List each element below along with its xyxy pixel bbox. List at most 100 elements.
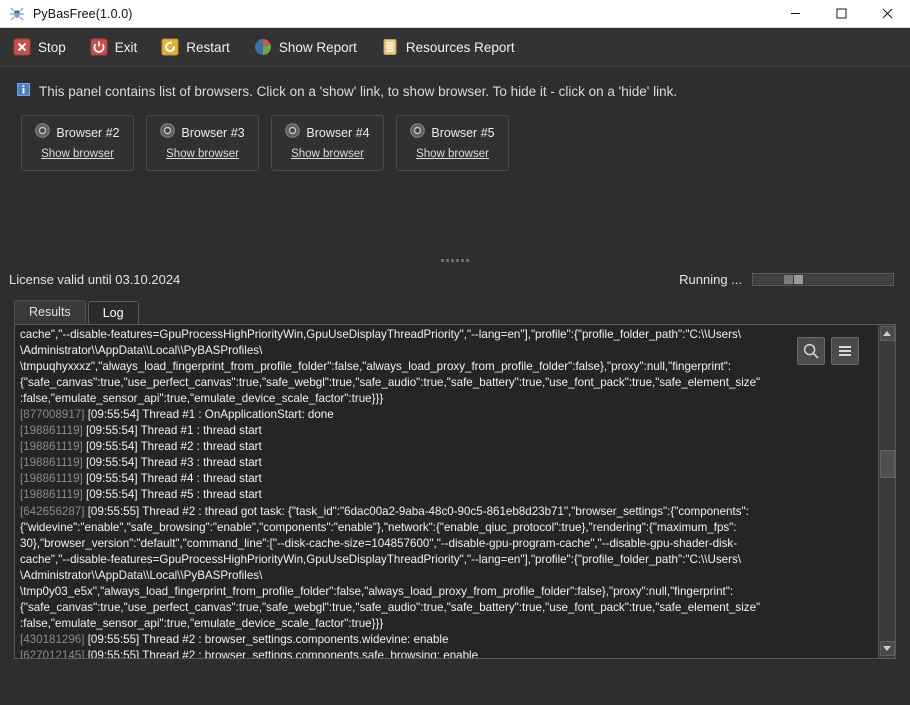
log-line: 30},"browser_version":"default","command… — [20, 536, 876, 552]
tab-results[interactable]: Results — [14, 300, 86, 324]
chrome-circle-icon — [160, 123, 175, 143]
license-text: License valid until 03.10.2024 — [9, 272, 180, 287]
log-line: [198861119] [09:55:54] Thread #4 : threa… — [20, 471, 876, 487]
restart-button[interactable]: Restart — [152, 34, 241, 60]
scrollbar-thumb[interactable] — [880, 450, 895, 478]
exit-button[interactable]: Exit — [81, 34, 149, 60]
log-line-text: [09:55:55] Thread #2 : thread got task: … — [84, 505, 748, 518]
log-line: [198861119] [09:55:54] Thread #5 : threa… — [20, 487, 876, 503]
log-line: [198861119] [09:55:54] Thread #1 : threa… — [20, 423, 876, 439]
log-line-text: [09:55:54] Thread #1 : thread start — [83, 424, 262, 437]
running-status: Running ... — [679, 272, 894, 287]
arrow-down-icon — [883, 646, 891, 651]
restart-label: Restart — [186, 40, 230, 55]
running-label: Running ... — [679, 272, 742, 287]
bottom-strip — [0, 659, 910, 674]
scroll-down-button[interactable] — [880, 641, 895, 656]
log-line-text: {"widevine":"enable","safe_browsing":"en… — [20, 521, 737, 534]
power-icon — [90, 38, 108, 56]
log-line-text: cache","--disable-features=GpuProcessHig… — [20, 328, 741, 341]
log-line: {"widevine":"enable","safe_browsing":"en… — [20, 520, 876, 536]
status-bar: License valid until 03.10.2024 Running .… — [0, 264, 910, 290]
chrome-circle-icon — [410, 123, 425, 143]
log-line: :false,"emulate_sensor_api":true,"emulat… — [20, 616, 876, 632]
browser-name: Browser #4 — [306, 126, 369, 140]
log-line-id: [198861119] — [20, 472, 83, 485]
log-overlay-buttons — [797, 337, 859, 365]
chrome-circle-icon — [35, 123, 50, 143]
log-menu-button[interactable] — [831, 337, 859, 365]
log-line: [877008917] [09:55:54] Thread #1 : OnApp… — [20, 407, 876, 423]
log-line: :false,"emulate_sensor_api":true,"emulat… — [20, 391, 876, 407]
log-line: {"safe_canvas":true,"use_perfect_canvas"… — [20, 375, 876, 391]
log-search-button[interactable] — [797, 337, 825, 365]
app-spider-icon — [9, 6, 25, 22]
log-line-text: [09:55:54] Thread #4 : thread start — [83, 472, 262, 485]
log-line: {"safe_canvas":true,"use_perfect_canvas"… — [20, 600, 876, 616]
log-line-text: cache","--disable-features=GpuProcessHig… — [20, 553, 741, 566]
exit-label: Exit — [115, 40, 138, 55]
splitter-grip-icon — [441, 259, 469, 262]
resources-report-button[interactable]: Resources Report — [372, 34, 526, 60]
log-line-text: [09:55:55] Thread #2 : browser_settings.… — [84, 649, 478, 658]
log-line: \tmpuqhyxxxz","always_load_fingerprint_f… — [20, 359, 876, 375]
log-line: cache","--disable-features=GpuProcessHig… — [20, 327, 876, 343]
browser-list: Browser #2 Show browser Browser #3 Show … — [0, 113, 910, 171]
stop-label: Stop — [38, 40, 66, 55]
log-line-id: [877008917] — [20, 408, 84, 421]
main-toolbar: Stop Exit Restart — [0, 28, 910, 67]
log-line-text: [09:55:54] Thread #5 : thread start — [83, 488, 262, 501]
hamburger-menu-icon — [836, 342, 854, 360]
show-browser-link[interactable]: Show browser — [291, 148, 364, 160]
log-line-text: {"safe_canvas":true,"use_perfect_canvas"… — [20, 601, 760, 614]
arrow-up-icon — [883, 331, 891, 336]
browser-card[interactable]: Browser #5 Show browser — [396, 115, 509, 171]
log-line-text: \tmp0y03_e5x","always_load_fingerprint_f… — [20, 585, 733, 598]
log-line-id: [198861119] — [20, 424, 83, 437]
browser-name: Browser #5 — [431, 126, 494, 140]
log-line: \tmp0y03_e5x","always_load_fingerprint_f… — [20, 584, 876, 600]
browser-card[interactable]: Browser #2 Show browser — [21, 115, 134, 171]
maximize-button[interactable] — [818, 0, 864, 27]
pie-chart-icon — [254, 38, 272, 56]
log-line-text: :false,"emulate_sensor_api":true,"emulat… — [20, 617, 383, 630]
panel-splitter[interactable] — [0, 257, 910, 264]
list-report-icon — [381, 38, 399, 56]
show-browser-link[interactable]: Show browser — [166, 148, 239, 160]
stop-button[interactable]: Stop — [4, 34, 77, 60]
log-line-text: {"safe_canvas":true,"use_perfect_canvas"… — [20, 376, 760, 389]
tab-log[interactable]: Log — [88, 301, 139, 325]
log-line: cache","--disable-features=GpuProcessHig… — [20, 552, 876, 568]
log-scrollbar[interactable] — [878, 325, 895, 658]
log-line: \Administrator\\AppData\\Local\\PyBASPro… — [20, 568, 876, 584]
minimize-button[interactable] — [772, 0, 818, 27]
browser-card[interactable]: Browser #4 Show browser — [271, 115, 384, 171]
show-report-button[interactable]: Show Report — [245, 34, 368, 60]
log-line-text: [09:55:55] Thread #2 : browser_settings.… — [84, 633, 448, 646]
log-panel: cache","--disable-features=GpuProcessHig… — [14, 324, 896, 659]
log-line-text: [09:55:54] Thread #1 : OnApplicationStar… — [84, 408, 333, 421]
log-line-text: [09:55:54] Thread #2 : thread start — [83, 440, 262, 453]
show-browser-link[interactable]: Show browser — [416, 148, 489, 160]
log-line-id: [198861119] — [20, 440, 83, 453]
browser-card[interactable]: Browser #3 Show browser — [146, 115, 259, 171]
log-text-area[interactable]: cache","--disable-features=GpuProcessHig… — [15, 325, 878, 658]
log-line: [627012145] [09:55:55] Thread #2 : brows… — [20, 648, 876, 658]
log-line-text: \tmpuqhyxxxz","always_load_fingerprint_f… — [20, 360, 731, 373]
resources-report-label: Resources Report — [406, 40, 515, 55]
scroll-up-button[interactable] — [880, 326, 895, 341]
browser-name: Browser #3 — [181, 126, 244, 140]
close-button[interactable] — [864, 0, 910, 27]
window-controls — [772, 0, 910, 27]
log-line-id: [627012145] — [20, 649, 84, 658]
show-browser-link[interactable]: Show browser — [41, 148, 114, 160]
log-line-id: [430181296] — [20, 633, 84, 646]
info-icon — [17, 83, 30, 99]
log-line-text: \Administrator\\AppData\\Local\\PyBASPro… — [20, 569, 262, 582]
log-line-text: :false,"emulate_sensor_api":true,"emulat… — [20, 392, 383, 405]
chrome-circle-icon — [285, 123, 300, 143]
log-line: [198861119] [09:55:54] Thread #2 : threa… — [20, 439, 876, 455]
search-icon — [802, 342, 820, 360]
log-line: \Administrator\\AppData\\Local\\PyBASPro… — [20, 343, 876, 359]
info-text: This panel contains list of browsers. Cl… — [39, 84, 677, 99]
